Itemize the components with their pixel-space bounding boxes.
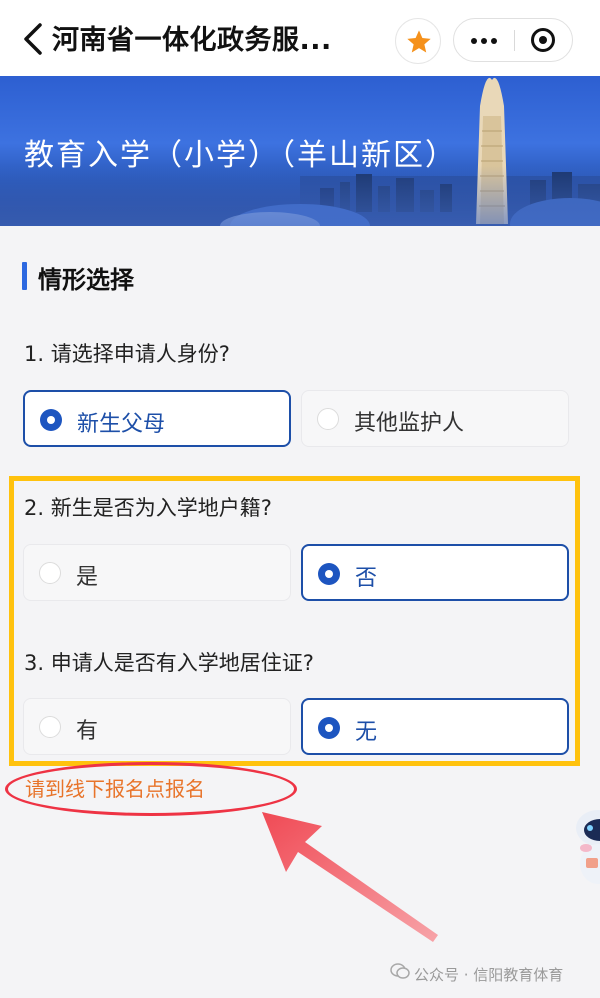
section-title: 情形选择 [38, 266, 134, 294]
back-chevron-icon[interactable] [20, 22, 50, 56]
wechat-icon [390, 963, 410, 979]
question-1-label: 1. 请选择申请人身份? [24, 342, 230, 366]
radio-selected-icon [40, 409, 62, 431]
header-banner: 教育入学（小学）（羊山新区） [0, 76, 600, 226]
highlight-annotation-box [9, 476, 580, 766]
section-accent-bar [22, 262, 27, 290]
star-icon [407, 30, 431, 53]
mini-program-capsule [453, 18, 573, 62]
option-label: 其他监护人 [354, 411, 465, 436]
option-new-parents[interactable]: 新生父母 [23, 390, 291, 447]
favorite-button[interactable] [395, 18, 441, 64]
close-target-icon[interactable] [514, 19, 572, 61]
option-other-guardian[interactable]: 其他监护人 [301, 390, 569, 447]
red-ellipse-annotation [5, 762, 297, 816]
assistant-robot-icon[interactable] [568, 808, 600, 886]
radio-unselected-icon [317, 408, 339, 430]
option-label: 新生父母 [77, 412, 166, 437]
more-icon[interactable] [454, 19, 514, 61]
page-title: 河南省一体化政务服... [52, 25, 332, 56]
top-nav-bar: 河南省一体化政务服... [0, 0, 600, 76]
banner-title: 教育入学（小学）（羊山新区） [24, 138, 457, 173]
footer-watermark: 公众号 · 信阳教育体育 [414, 966, 564, 984]
